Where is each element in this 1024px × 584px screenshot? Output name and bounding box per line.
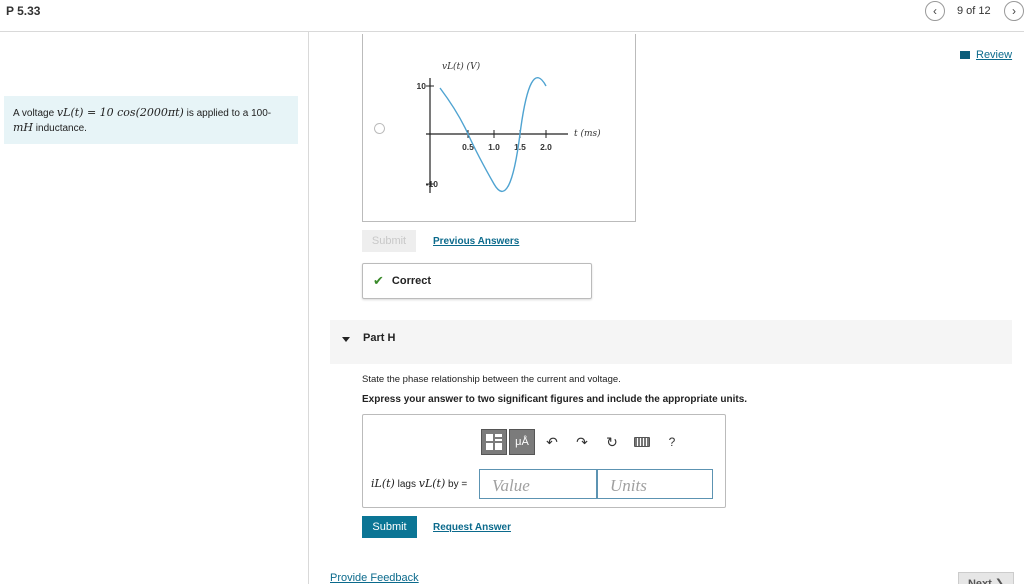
lags-mid: lags bbox=[394, 479, 419, 490]
lags-voltage-math: vL(t) bbox=[418, 477, 446, 490]
keyboard-icon[interactable] bbox=[627, 429, 657, 455]
review-icon bbox=[960, 51, 972, 59]
lags-current-math: iL(t) bbox=[371, 477, 395, 490]
submit-button[interactable]: Submit bbox=[362, 516, 417, 538]
graph-ylabel: vL(t) (V) bbox=[442, 61, 481, 72]
templates-icon[interactable] bbox=[481, 429, 507, 455]
provide-feedback-link[interactable]: Provide Feedback bbox=[330, 572, 419, 584]
check-icon: ✔ bbox=[373, 273, 384, 288]
graph-xtick-label-2: 1.0 bbox=[488, 142, 500, 152]
lags-label: iL(t) lags vL(t) by = bbox=[371, 477, 467, 490]
request-answer-link[interactable]: Request Answer bbox=[433, 522, 511, 533]
units-input[interactable]: Units bbox=[597, 469, 713, 499]
part-h-instruction-bold: Express your answer to two significant f… bbox=[362, 394, 748, 405]
graph-option-radio[interactable] bbox=[374, 123, 385, 134]
units-button[interactable]: μÅ bbox=[509, 429, 535, 455]
chevron-right-icon[interactable]: › bbox=[1004, 1, 1024, 21]
graph-xlabel: t (ms) bbox=[574, 128, 601, 139]
part-h-instruction: State the phase relationship between the… bbox=[362, 374, 621, 385]
graph-ytick-label-bottom: -10 bbox=[426, 179, 439, 189]
graph-xtick-label-4: 2.0 bbox=[540, 142, 552, 152]
problem-text-before: A voltage bbox=[13, 108, 57, 119]
panel-divider bbox=[308, 32, 309, 584]
math-toolbar: μÅ ↶ ↷ ↻ ? bbox=[481, 429, 687, 455]
part-h-title: Part H bbox=[363, 332, 396, 344]
undo-icon[interactable]: ↶ bbox=[537, 429, 567, 455]
chevron-left-icon[interactable]: ‹ bbox=[925, 1, 945, 21]
problem-text-line2: inductance. bbox=[33, 123, 87, 134]
redo-icon[interactable]: ↷ bbox=[567, 429, 597, 455]
top-bar: P 5.33 ‹ 9 of 12 › bbox=[0, 0, 1024, 32]
answer-box: μÅ ↶ ↷ ↻ ? iL(t) lags vL(t) by = Value U… bbox=[362, 414, 726, 508]
part-h-header[interactable]: Part H bbox=[330, 320, 1012, 364]
value-input[interactable]: Value bbox=[479, 469, 597, 499]
next-button[interactable]: Next ❯ bbox=[958, 572, 1014, 584]
previous-answers-link[interactable]: Previous Answers bbox=[433, 236, 519, 247]
lags-suffix: by = bbox=[445, 479, 468, 490]
graph-ytick-label-top: 10 bbox=[417, 81, 427, 91]
submit-button-disabled: Submit bbox=[362, 230, 416, 252]
page-title: P 5.33 bbox=[6, 4, 41, 18]
page-counter: 9 of 12 bbox=[957, 5, 991, 17]
reset-icon[interactable]: ↻ bbox=[597, 429, 627, 455]
caret-down-icon bbox=[342, 337, 350, 342]
review-link[interactable]: Review bbox=[960, 49, 1012, 61]
correct-label: Correct bbox=[391, 275, 432, 287]
review-label: Review bbox=[976, 49, 1013, 61]
problem-text-after: is applied to a 100- bbox=[183, 108, 272, 119]
problem-math: vL(t) = 10 cos(2000πt) bbox=[56, 106, 184, 119]
graph-xtick-label-3: 1.5 bbox=[514, 142, 526, 152]
voltage-graph: vL(t) (V) 10 -10 0.5 1.0 1.5 2.0 t (ms) bbox=[417, 61, 601, 193]
correct-feedback: ✔ Correct bbox=[362, 263, 592, 299]
help-icon[interactable]: ? bbox=[657, 429, 687, 455]
problem-statement: A voltage vL(t) = 10 cos(2000πt) is appl… bbox=[4, 96, 298, 144]
problem-unit-math: mH bbox=[13, 121, 34, 134]
